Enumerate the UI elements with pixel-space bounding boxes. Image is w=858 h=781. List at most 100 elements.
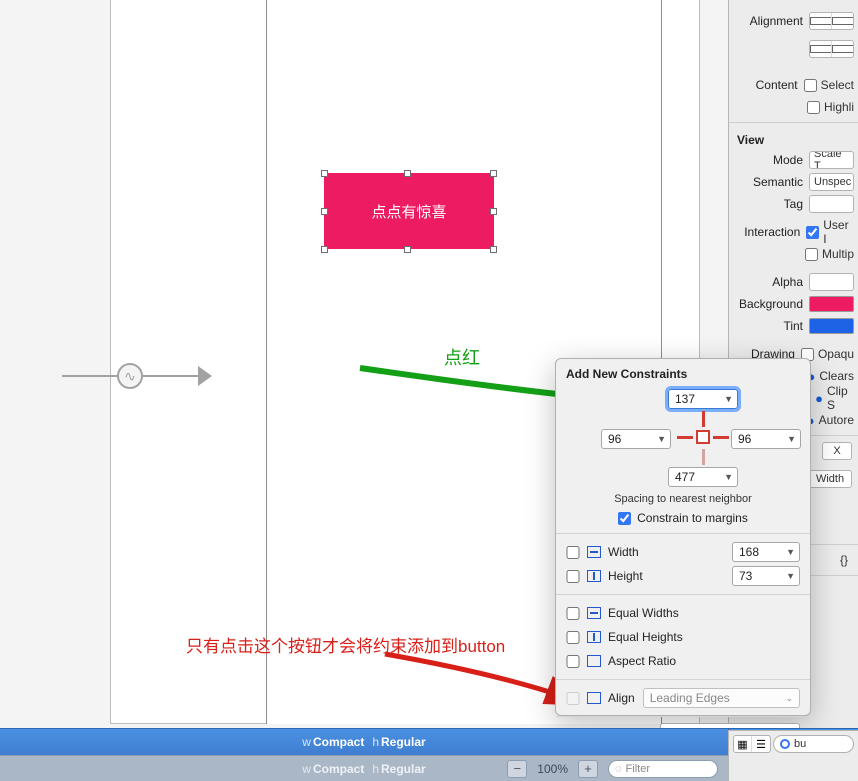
left-spacing-field[interactable]: 96▼ xyxy=(601,429,671,449)
autoresize-label: Autore xyxy=(819,413,854,427)
top-strut-icon[interactable] xyxy=(702,411,705,427)
align-icon xyxy=(587,692,601,704)
left-strut-icon[interactable] xyxy=(677,436,693,439)
selection-handle[interactable] xyxy=(321,208,328,215)
clip-label: Clip S xyxy=(827,384,854,412)
right-strut-icon[interactable] xyxy=(713,436,729,439)
zoom-value: 100% xyxy=(537,762,568,776)
selection-handle[interactable] xyxy=(404,246,411,253)
h-prefix-2: h xyxy=(372,762,379,776)
selection-handle[interactable] xyxy=(490,208,497,215)
alpha-label: Alpha xyxy=(733,275,809,289)
user-interaction-label: User I xyxy=(823,218,854,246)
height-value-field[interactable]: 73▼ xyxy=(732,566,800,586)
w-prefix-2: w xyxy=(302,762,311,776)
x-field-label: X xyxy=(822,442,852,460)
size-class-bar[interactable]: w Compact h Regular xyxy=(0,728,728,755)
align-left-icon[interactable] xyxy=(810,13,832,29)
background-color-well[interactable] xyxy=(809,296,854,312)
content-selectable-checkbox[interactable] xyxy=(804,79,817,92)
selection-handle[interactable] xyxy=(321,246,328,253)
width-field-label: Width xyxy=(808,470,852,488)
align-center-icon[interactable] xyxy=(832,13,853,29)
tag-label: Tag xyxy=(733,197,809,211)
spacing-caption: Spacing to nearest neighbor xyxy=(566,493,800,505)
content-highlight-checkbox[interactable] xyxy=(807,101,820,114)
braces-label: {} xyxy=(840,553,848,567)
library-filter-value: bu xyxy=(794,738,806,750)
width-icon xyxy=(587,546,601,558)
interaction-label: Interaction xyxy=(733,225,806,239)
w-value: Compact xyxy=(313,735,364,749)
opaque-label: Opaqu xyxy=(818,347,854,361)
alignment-label: Alignment xyxy=(733,14,809,28)
equal-widths-label: Equal Widths xyxy=(608,606,800,620)
background-label: Background xyxy=(733,297,809,311)
spacing-grid: 137▼ 96▼ 96▼ 477▼ xyxy=(583,389,783,489)
popover-title: Add New Constraints xyxy=(566,367,800,381)
multiple-touch-label: Multip xyxy=(822,247,854,261)
align-checkbox[interactable] xyxy=(566,692,580,705)
library-view-segmented[interactable]: ▦ ☰ xyxy=(733,735,771,753)
search-icon: ◌ xyxy=(615,763,622,775)
top-spacing-field[interactable]: 137▼ xyxy=(668,389,738,409)
bottom-spacing-field[interactable]: 477▼ xyxy=(668,467,738,487)
object-library-bar: ▦ ☰ bu xyxy=(728,730,858,781)
selection-handle[interactable] xyxy=(490,170,497,177)
mode-label: Mode xyxy=(733,153,809,167)
multiple-touch-checkbox[interactable] xyxy=(805,248,818,261)
w-value-2: Compact xyxy=(313,762,364,776)
tint-color-well[interactable] xyxy=(809,318,854,334)
width-checkbox[interactable] xyxy=(566,546,580,559)
view-section-title: View xyxy=(729,127,858,149)
equal-heights-checkbox[interactable] xyxy=(566,631,580,644)
aspect-ratio-checkbox[interactable] xyxy=(566,655,580,668)
equal-widths-icon xyxy=(587,607,601,619)
selection-handle[interactable] xyxy=(404,170,411,177)
height-icon xyxy=(587,570,601,582)
alignment-segmented-2[interactable] xyxy=(809,40,854,58)
library-filter-field[interactable]: bu xyxy=(773,735,854,753)
semantic-label: Semantic xyxy=(733,175,809,189)
content-highlight-label: Highli xyxy=(824,100,854,114)
height-label: Height xyxy=(608,569,732,583)
filter-scope-icon xyxy=(780,739,790,749)
valign-top-icon[interactable] xyxy=(810,41,832,57)
bottom-strut-icon[interactable] xyxy=(702,449,705,465)
aspect-ratio-icon xyxy=(587,655,601,667)
equal-heights-label: Equal Heights xyxy=(608,630,800,644)
valign-middle-icon[interactable] xyxy=(832,41,853,57)
constrain-margins-checkbox[interactable] xyxy=(618,512,631,525)
alpha-field[interactable] xyxy=(809,273,854,291)
alignment-segmented[interactable] xyxy=(809,12,854,30)
list-view-icon[interactable]: ☰ xyxy=(752,736,770,752)
grid-view-icon[interactable]: ▦ xyxy=(734,736,752,752)
tag-field[interactable] xyxy=(809,195,854,213)
zoom-in-button[interactable]: + xyxy=(578,760,598,778)
semantic-select[interactable]: Unspec xyxy=(809,173,854,191)
tint-label: Tint xyxy=(733,319,809,333)
user-interaction-checkbox[interactable] xyxy=(806,226,819,239)
constraint-glyph-icon: ● xyxy=(815,391,823,406)
h-prefix: h xyxy=(372,735,379,749)
selection-handle[interactable] xyxy=(490,246,497,253)
zoom-out-button[interactable]: − xyxy=(507,760,527,778)
constrain-margins-label: Constrain to margins xyxy=(637,511,748,525)
filter-field[interactable]: ◌ Filter xyxy=(608,760,718,778)
mode-select[interactable]: Scale T xyxy=(809,151,854,169)
size-class-bar-secondary: w Compact h Regular − 100% + ◌ Filter xyxy=(0,755,728,781)
equal-widths-checkbox[interactable] xyxy=(566,607,580,620)
align-select[interactable]: Leading Edges⌄ xyxy=(643,688,800,708)
selected-button-label: 点点有惊喜 xyxy=(371,201,446,222)
height-checkbox[interactable] xyxy=(566,570,580,583)
right-spacing-field[interactable]: 96▼ xyxy=(731,429,801,449)
aspect-ratio-label: Aspect Ratio xyxy=(608,654,800,668)
width-label: Width xyxy=(608,545,732,559)
width-value-field[interactable]: 168▼ xyxy=(732,542,800,562)
h-value-2: Regular xyxy=(381,762,426,776)
selected-button[interactable]: 点点有惊喜 xyxy=(324,173,494,249)
segue-connector[interactable]: ∿ xyxy=(62,356,212,396)
selection-handle[interactable] xyxy=(321,170,328,177)
h-value: Regular xyxy=(381,735,426,749)
content-selectable-label: Select xyxy=(821,78,854,92)
